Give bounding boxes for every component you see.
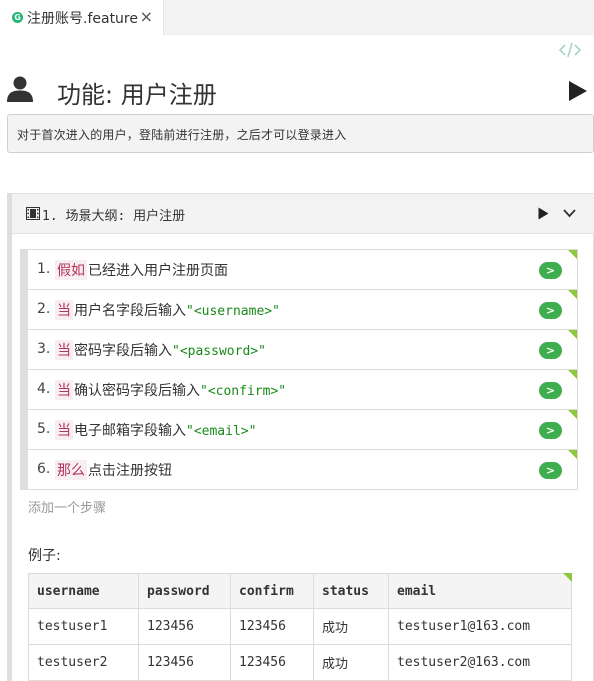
step-number: 5. [37,421,51,437]
run-feature-play-icon[interactable] [568,80,588,102]
steps-list: 1. 假如 已经进入用户注册页面 > 2. 当 用户名字段后输入"<userna… [20,249,578,490]
step-text: 已经进入用户注册页面 [88,263,228,279]
step-corner-marker [568,290,577,299]
step-go-button[interactable]: > [539,382,562,399]
step-number: 2. [37,301,51,317]
step-row[interactable]: 2. 当 用户名字段后输入"<username>" > [20,289,578,330]
table-cell[interactable]: testuser2@163.com [388,644,572,681]
close-icon[interactable]: × [140,9,153,25]
step-text: 电子邮箱字段输入"<email>" [74,423,257,439]
examples-table: username password confirm status email t… [28,573,572,681]
user-icon [7,76,33,102]
column-header[interactable]: confirm [230,573,314,609]
step-keyword: 假如 [55,260,87,280]
step-number: 6. [37,461,51,477]
column-header[interactable]: email [388,573,572,609]
step-keyword: 当 [55,380,73,400]
feature-file-icon: G [12,12,23,23]
step-number: 4. [37,381,51,397]
run-scenario-play-icon[interactable] [538,207,549,220]
step-text: 密码字段后输入"<password>" [74,343,266,359]
step-number: 3. [37,341,51,357]
step-keyword: 当 [55,340,73,360]
tab-bar: G 注册账号.feature × [0,0,594,35]
step-row[interactable]: 5. 当 电子邮箱字段输入"<email>" > [20,409,578,450]
step-row[interactable]: 1. 假如 已经进入用户注册页面 > [20,249,578,290]
step-text: 用户名字段后输入"<username>" [74,303,280,319]
add-step-link[interactable]: 添加一个步骤 [28,497,106,516]
examples-label: 例子: [28,548,61,564]
step-row[interactable]: 6. 那么 点击注册按钮 > [20,449,578,490]
feature-description[interactable]: 对于首次进入的用户，登陆前进行注册，之后才可以登录进入 [7,114,594,153]
table-cell[interactable]: testuser1@163.com [388,608,572,645]
column-header[interactable]: username [28,573,139,609]
tab-feature-file[interactable]: G 注册账号.feature × [0,0,164,35]
step-corner-marker [568,250,577,259]
table-cell[interactable]: 123456 [138,608,231,645]
table-row: testuser1 123456 123456 成功 testuser1@163… [28,608,572,645]
step-number: 1. [37,261,51,277]
table-cell[interactable]: 123456 [230,644,314,681]
film-icon [26,207,40,220]
step-corner-marker [568,450,577,459]
chevron-down-icon[interactable] [563,208,576,218]
table-cell[interactable]: 成功 [313,608,389,645]
step-text: 确认密码字段后输入"<confirm>" [74,383,287,399]
step-go-button[interactable]: > [539,422,562,439]
step-go-button[interactable]: > [539,342,562,359]
table-cell[interactable]: 123456 [138,644,231,681]
step-go-button[interactable]: > [539,302,562,319]
code-view-icon[interactable] [558,41,582,59]
table-cell[interactable]: 123456 [230,608,314,645]
scenario-header: 1. 场景大纲: 用户注册 [12,194,594,234]
step-row[interactable]: 3. 当 密码字段后输入"<password>" > [20,329,578,370]
table-cell[interactable]: testuser1 [28,608,139,645]
table-cell[interactable]: 成功 [313,644,389,681]
table-header-row: username password confirm status email [28,573,572,609]
step-corner-marker [568,410,577,419]
step-keyword: 当 [55,300,73,320]
step-text: 点击注册按钮 [88,463,172,479]
scenario-title: 1. 场景大纲: 用户注册 [42,209,186,224]
step-keyword: 当 [55,420,73,440]
step-corner-marker [568,370,577,379]
column-header[interactable]: status [313,573,389,609]
step-go-button[interactable]: > [539,462,562,479]
step-go-button[interactable]: > [539,262,562,279]
column-header[interactable]: password [138,573,231,609]
table-cell[interactable]: testuser2 [28,644,139,681]
table-row: testuser2 123456 123456 成功 testuser2@163… [28,644,572,681]
step-row[interactable]: 4. 当 确认密码字段后输入"<confirm>" > [20,369,578,410]
table-corner-marker [563,573,572,582]
tab-title: 注册账号.feature [27,10,138,27]
feature-header: 功能: 用户注册 [0,66,594,114]
page-title: 功能: 用户注册 [57,81,217,109]
step-keyword: 那么 [55,460,87,480]
step-corner-marker [568,330,577,339]
